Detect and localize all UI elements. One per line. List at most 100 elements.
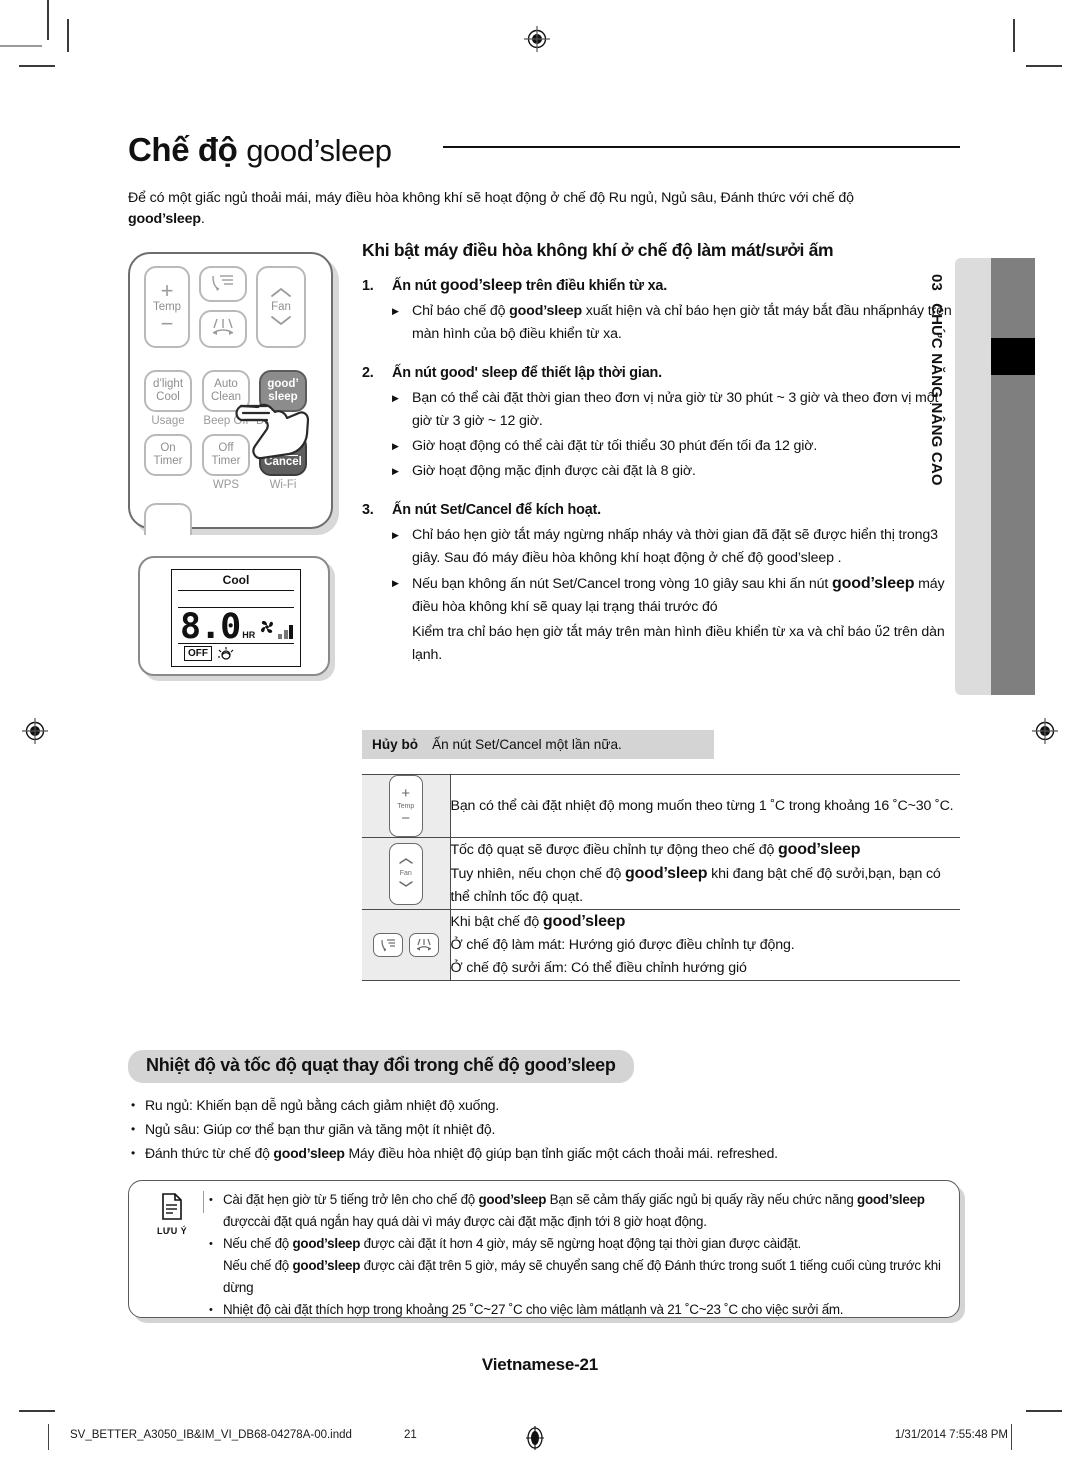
chapter-side-tab-text: 03 CHỨC NĂNG NÂNG CAO (919, 258, 955, 695)
step-1: 1. Ấn nút good’sleep trên điều khiển từ x… (362, 275, 960, 297)
main-content-column: Khi bật máy điều hòa không khí ở chế độ … (362, 240, 960, 683)
lcd-timer-value: 8.0 (180, 607, 241, 647)
remote-body: + Temp − Fan d’light Cool Usage Auto Cle… (128, 252, 333, 535)
lcd-divider-3 (178, 643, 294, 645)
crop-mark-top-right-h (1026, 65, 1062, 67)
temp-button-icon: + Temp − (388, 775, 423, 837)
chevron-up-icon (398, 857, 414, 867)
note-post: đượccài đặt quá ngắn hay quá dài vì máy … (223, 1214, 707, 1229)
step-3-text-before: Ấn nút Set/Cancel để kích hoạt. (392, 502, 601, 518)
lcd-screen: Cool 8.0 HR OFF (171, 569, 301, 667)
chapter-side-tab: 03 CHỨC NĂNG NÂNG CAO (929, 258, 991, 695)
table-text-line: Khi bật chế độ good’sleep (451, 910, 961, 934)
table-icon-cell (362, 909, 451, 981)
registration-mark-top (524, 26, 550, 52)
list-item: Giờ hoạt động có thể cài đặt từ tối thiể… (392, 435, 960, 458)
bullet-pre: Chỉ báo chế độ (412, 303, 510, 319)
bottom-section-heading: Nhiệt độ và tốc độ quạt thay đổi trong c… (128, 1050, 634, 1083)
bullet-pre: Giờ hoạt động mặc định được cài đặt là 8… (412, 463, 696, 479)
print-page-number: 21 (404, 1429, 417, 1441)
chapter-number: 03 (928, 274, 946, 292)
airflow-horizontal-icon (210, 273, 236, 295)
bullet-text: Ngủ sâu: Giúp cơ thể bạn thư giãn và tăn… (145, 1121, 496, 1137)
table-icon-cell: + Temp − (362, 774, 451, 838)
list-item: Chỉ báo chế độ good’sleep xuất hiện và c… (392, 300, 960, 346)
cancel-instruction-bar: Hủy bỏ Ấn nút Set/Cancel một lần nữa. (362, 730, 714, 759)
table-icon-cell: Fan (362, 837, 451, 910)
airflow-vertical-icon (408, 932, 439, 957)
bullet-pre: Giờ hoạt động có thể cài đặt từ tối thiể… (412, 438, 818, 454)
side-bleed-marker (991, 338, 1035, 375)
remote-control-illustration: + Temp − Fan d’light Cool Usage Auto Cle… (128, 252, 343, 542)
sleep-sun-icon (217, 647, 235, 668)
remote-dlight-line1: d’light (152, 378, 184, 390)
crop-mark-top-left-h (0, 45, 42, 47)
page-title-brand: good’sleep (246, 133, 392, 168)
remote-vane-vertical-button[interactable] (199, 310, 247, 348)
note-pre: Nếu chế độ (223, 1258, 293, 1273)
step-2: 2. Ấn nút good' sleep để thiết lập thời g… (362, 362, 960, 384)
manual-page: Chế độ good’sleep Để có một giấc ngủ tho… (0, 0, 1080, 1476)
remote-fan-label: Fan (271, 300, 291, 313)
bullet-brand: good’sleep (831, 575, 915, 592)
remote-on-timer-button[interactable]: On Timer (144, 434, 192, 476)
remote-temp-button[interactable]: + Temp − (144, 266, 190, 348)
chapter-label: CHỨC NĂNG NÂNG CAO (928, 303, 946, 486)
note-mid: được cài đặt ít hơn 4 giờ, máy sẽ ngừng … (360, 1236, 802, 1251)
bullet-brand: good’sleep (273, 1145, 345, 1161)
intro-end: . (200, 211, 205, 227)
step-2-brand: good' sleep (440, 365, 518, 381)
lcd-mode-label: Cool (222, 573, 250, 587)
title-rule (443, 146, 960, 148)
bottom-heading-pre: Nhiệt độ và tốc độ quạt thay đổi trong c… (146, 1055, 525, 1075)
plus-icon: + (160, 277, 174, 303)
table-text-line: Ở chế độ sưởi ấm: Có thể điều chỉnh hướn… (451, 957, 961, 980)
table-row: Fan Tốc độ quạt sẽ được điều chỉnh tự độ… (362, 837, 961, 910)
print-file-name: SV_BETTER_A3050_IB&IM_VI_DB68-04278A-00.… (70, 1429, 352, 1441)
list-item: Bạn có thể cài đặt thời gian theo đơn vị… (392, 387, 960, 433)
section-heading: Khi bật máy điều hòa không khí ở chế độ … (362, 240, 834, 260)
remote-fan-button[interactable]: Fan (256, 266, 306, 348)
lcd-off-badge: OFF (184, 646, 212, 661)
print-info-bar: SV_BETTER_A3050_IB&IM_VI_DB68-04278A-00.… (0, 1424, 1080, 1454)
chevron-down-icon (270, 314, 292, 329)
remote-vane-horizontal-button[interactable] (199, 266, 247, 302)
list-item: Đánh thức từ chế độ good’sleep Máy điều … (128, 1141, 960, 1165)
fan-button-icon: Fan (388, 842, 423, 905)
pointing-hand-icon (227, 376, 313, 462)
list-item: Nếu chế độ good’sleep được cài đặt ít hơ… (207, 1233, 945, 1255)
step-1-brand: good’sleep (440, 277, 523, 294)
lcd-timer-value-group: 8.0 HR (180, 606, 296, 647)
step-3: 3. Ấn nút Set/Cancel để kích hoạt. (362, 499, 960, 521)
document-icon (161, 1193, 183, 1224)
crop-mark-top-left-h2 (19, 65, 55, 67)
list-item: Chỉ báo hẹn giờ tắt máy ngừng nhấp nháy … (392, 524, 960, 570)
crop-mark-bottom-left-h (19, 1410, 55, 1412)
lcd-divider-1 (178, 590, 294, 592)
list-item: Giờ hoạt động mặc định được cài đặt là 8… (392, 460, 960, 483)
list-item: Nếu bạn không ấn nút Set/Cancel trong vò… (392, 572, 960, 619)
remote-on-line2: Timer (153, 455, 183, 467)
table-text: Ở chế độ sưởi ấm: Có thể điều chỉnh hướn… (450, 960, 747, 976)
remote-wifi-label: Wi-Fi (269, 479, 297, 491)
intro-brand: good’sleep (128, 211, 201, 227)
cancel-label: Hủy bỏ (372, 737, 419, 752)
remote-on-line1: On (160, 442, 176, 454)
table-brand: good’sleep (777, 841, 861, 858)
fan-speed-icon (259, 619, 275, 640)
page-number-label: Vietnamese-21 (481, 1355, 599, 1374)
bullet-pre: Chỉ báo hẹn giờ tắt máy ngừng nhấp nháy … (412, 527, 938, 566)
intro-text: Để có một giấc ngủ thoải mái, máy điều h… (128, 190, 854, 206)
crop-mark-top-left-v (47, 0, 49, 40)
temp-label: Temp (397, 802, 415, 810)
table-row: + Temp − Bạn có thể cài đặt nhiệt độ mon… (362, 774, 960, 838)
remote-dlight-cool-button[interactable]: d’light Cool (144, 370, 192, 412)
cancel-text: Ấn nút Set/Cancel một lần nữa. (432, 737, 622, 752)
registration-mark-right (1032, 718, 1058, 744)
step-2-text-after: để thiết lập thời gian. (517, 365, 662, 381)
table-text-cell: Tốc độ quạt sẽ được điều chỉnh tự động t… (450, 837, 961, 910)
list-item: Ngủ sâu: Giúp cơ thể bạn thư giãn và tăn… (128, 1117, 960, 1141)
step-3-bullets: Chỉ báo hẹn giờ tắt máy ngừng nhấp nháy … (362, 524, 960, 667)
step-2-text-before: Ấn nút (392, 365, 441, 381)
table-text-line: Tốc độ quạt sẽ được điều chỉnh tự động t… (451, 838, 961, 862)
